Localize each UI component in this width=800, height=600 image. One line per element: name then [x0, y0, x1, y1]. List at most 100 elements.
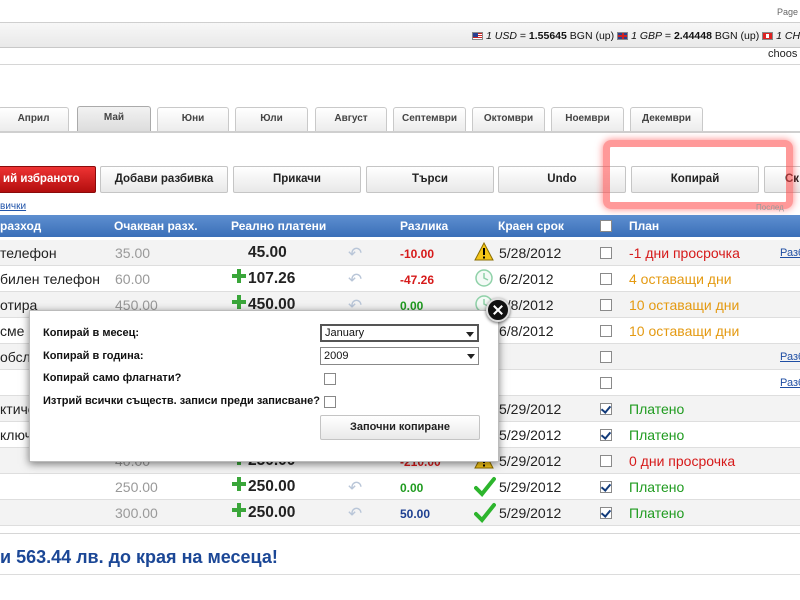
row-plan: -1 дни просрочка: [629, 245, 740, 261]
row-due: 5/29/2012: [499, 401, 562, 417]
row-plan: Платено: [629, 401, 685, 417]
header-plan: План: [629, 219, 660, 233]
row-due: 6/2/2012: [499, 271, 554, 287]
row-paid: 250.00: [248, 504, 296, 521]
exchange-rate-bar: 1 USD = 1.55645 BGN (up) 1 GBP = 2.44448…: [0, 22, 800, 48]
delete-existing-checkbox[interactable]: [324, 396, 336, 408]
checkmark-icon: [474, 476, 496, 497]
copy-button-highlight: [603, 140, 793, 209]
clock-icon: [474, 268, 494, 288]
row-checkbox[interactable]: [600, 351, 612, 363]
row-checkbox[interactable]: [600, 325, 612, 337]
table-row: 300.00 250.00 ↶ 50.00 5/29/2012 Платено: [0, 500, 800, 526]
divider: [0, 574, 800, 575]
attach-button[interactable]: Прикачи: [233, 166, 361, 193]
close-icon[interactable]: [486, 298, 510, 322]
warning-icon: [474, 241, 494, 262]
tab-december[interactable]: Декември: [630, 107, 703, 131]
copy-month-select[interactable]: January: [320, 324, 479, 342]
breakdown-link[interactable]: Разб: [780, 377, 800, 389]
rate-pair: 1 GBP: [631, 30, 662, 42]
row-checkbox[interactable]: [600, 273, 612, 285]
chevron-down-icon: [466, 332, 474, 337]
checkmark-icon: [474, 502, 496, 523]
tab-october[interactable]: Октомври: [472, 107, 545, 131]
row-diff: -10.00: [400, 247, 435, 261]
row-name: билен телефон: [0, 271, 100, 287]
row-paid: 250.00: [248, 478, 296, 495]
row-diff: 50.00: [400, 507, 431, 521]
select-all-checkbox[interactable]: [600, 220, 612, 232]
tab-september[interactable]: Септември: [393, 107, 466, 131]
copy-dialog: Копирай в месец: January Копирай в годин…: [29, 310, 499, 462]
tab-may[interactable]: Май: [77, 106, 151, 132]
row-due: 5/29/2012: [499, 479, 562, 495]
favorites-button[interactable]: ий избраното: [0, 166, 96, 193]
tab-november[interactable]: Ноември: [551, 107, 624, 131]
row-expected: 35.00: [115, 245, 151, 261]
breakdown-link[interactable]: Разб: [780, 247, 800, 259]
undo-icon[interactable]: ↶: [348, 504, 362, 524]
choose-link[interactable]: choos: [768, 48, 797, 60]
row-checkbox[interactable]: [600, 455, 612, 467]
row-checkbox[interactable]: [600, 481, 612, 493]
header-paid: Реално платени: [231, 219, 327, 233]
row-paid: 45.00: [248, 244, 287, 261]
row-checkbox[interactable]: [600, 507, 612, 519]
undo-icon[interactable]: ↶: [348, 478, 362, 498]
flagged-only-checkbox[interactable]: [324, 373, 336, 385]
select-all-link[interactable]: вички: [0, 201, 26, 212]
row-name: сме: [0, 323, 25, 339]
page-link[interactable]: Page: [777, 7, 798, 17]
header-expected: Очакван разх.: [114, 219, 198, 233]
row-plan: 0 дни просрочка: [629, 453, 736, 469]
tab-underline: [0, 131, 800, 133]
header-name: разход: [0, 219, 42, 233]
plus-icon[interactable]: [232, 477, 246, 494]
row-plan: Платено: [629, 505, 685, 521]
tab-april[interactable]: Април: [0, 107, 69, 131]
row-checkbox[interactable]: [600, 299, 612, 311]
row-plan: 4 оставащи дни: [629, 271, 732, 287]
copy-year-label: Копирай в година:: [43, 350, 144, 362]
row-due: 5/28/2012: [499, 245, 562, 261]
uk-flag-icon: [617, 32, 629, 40]
tab-august[interactable]: Август: [315, 107, 387, 131]
breakdown-link[interactable]: Разб: [780, 351, 800, 363]
rate-pair: 1 USD: [486, 30, 517, 42]
start-copy-button[interactable]: Започни копиране: [320, 415, 480, 440]
row-expected: 60.00: [115, 271, 151, 287]
row-expected: 250.00: [115, 479, 158, 495]
last-hint: Послед: [756, 203, 784, 212]
search-button[interactable]: Търси: [366, 166, 494, 193]
row-checkbox[interactable]: [600, 429, 612, 441]
plus-icon[interactable]: [232, 269, 246, 286]
row-name: телефон: [0, 245, 57, 261]
copy-year-select[interactable]: 2009: [320, 347, 479, 365]
swiss-flag-icon: [762, 32, 774, 40]
tab-june[interactable]: Юни: [157, 107, 229, 131]
undo-icon[interactable]: ↶: [348, 270, 362, 290]
row-diff: 0.00: [400, 481, 424, 495]
us-flag-icon: [472, 32, 483, 40]
rate-value: 1.55645: [528, 30, 567, 42]
top-strip: Page: [0, 0, 800, 22]
remaining-budget-message: и 563.44 лв. до края на месеца!: [0, 547, 278, 567]
row-diff: -47.26: [400, 273, 435, 287]
add-breakdown-button[interactable]: Добави разбивка: [100, 166, 228, 193]
row-checkbox[interactable]: [600, 247, 612, 259]
header-diff: Разлика: [400, 219, 449, 233]
divider: [0, 533, 800, 534]
tab-july[interactable]: Юли: [235, 107, 308, 131]
row-checkbox[interactable]: [600, 403, 612, 415]
undo-icon[interactable]: ↶: [348, 244, 362, 264]
chevron-down-icon: [467, 354, 475, 359]
plus-icon[interactable]: [232, 503, 246, 520]
row-plan: Платено: [629, 479, 685, 495]
row-plan: 10 оставащи дни: [629, 323, 740, 339]
row-checkbox[interactable]: [600, 377, 612, 389]
divider: [0, 64, 800, 65]
exchange-rates: 1 USD = 1.55645 BGN (up) 1 GBP = 2.44448…: [472, 30, 800, 42]
row-due: 5/29/2012: [499, 427, 562, 443]
copy-month-label: Копирай в месец:: [43, 327, 140, 339]
